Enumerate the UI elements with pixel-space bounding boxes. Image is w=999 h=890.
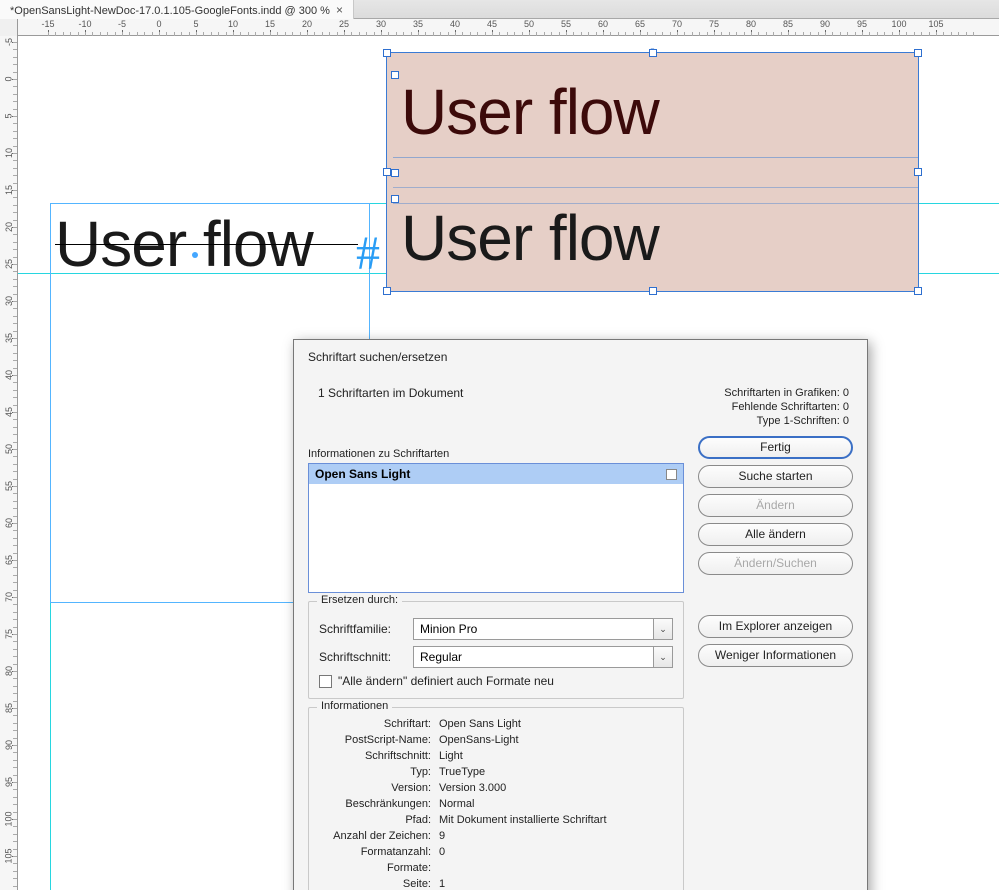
font-style-select[interactable]: ⌄ — [413, 646, 673, 668]
info-key: Formatanzahl: — [319, 846, 431, 858]
info-value: Mit Dokument installierte Schriftart — [439, 814, 673, 826]
info-value: Normal — [439, 798, 673, 810]
font-list-legend: Informationen zu Schriftarten — [308, 448, 684, 463]
info-key: Typ: — [319, 766, 431, 778]
info-value — [439, 862, 673, 874]
font-family-select[interactable]: ⌄ — [413, 618, 673, 640]
redefine-styles-label: "Alle ändern" definiert auch Formate neu — [338, 674, 554, 688]
text-content: User flow — [401, 75, 659, 149]
horizontal-ruler[interactable]: -15-10-505101520253035404550556065707580… — [0, 19, 999, 36]
font-list-item-name: Open Sans Light — [315, 467, 410, 481]
change-all-button[interactable]: Alle ändern — [698, 523, 853, 546]
chevron-down-icon[interactable]: ⌄ — [653, 618, 673, 640]
document-canvas[interactable]: User flow # ⚭ User flow User flow Schrif… — [18, 36, 999, 890]
fonts-in-graphics-stat: Schriftarten in Grafiken: 0 — [724, 386, 849, 400]
resize-handle[interactable] — [383, 287, 391, 295]
ruler-origin[interactable] — [0, 19, 18, 36]
type1-fonts-stat: Type 1-Schriften: 0 — [724, 414, 849, 428]
resize-handle[interactable] — [914, 287, 922, 295]
info-value: 1 — [439, 878, 673, 890]
info-key: Schriftart: — [319, 718, 431, 730]
info-key: Formate: — [319, 862, 431, 874]
info-value: 9 — [439, 830, 673, 842]
sync-checkbox[interactable] — [666, 469, 677, 480]
fonts-in-document-count: 1 Schriftarten im Dokument — [318, 386, 463, 400]
info-value: OpenSans-Light — [439, 734, 673, 746]
info-key: Beschränkungen: — [319, 798, 431, 810]
strikethrough-line — [55, 244, 358, 245]
info-key: Pfad: — [319, 814, 431, 826]
font-list-item[interactable]: Open Sans Light — [309, 464, 683, 484]
info-value: Version 3.000 — [439, 782, 673, 794]
font-info-group: Informationen Schriftart:Open Sans Light… — [308, 707, 684, 890]
replace-with-legend: Ersetzen durch: — [317, 594, 402, 606]
document-tab-bar: *OpenSansLight-NewDoc-17.0.1.105-GoogleF… — [0, 0, 999, 19]
change-find-button: Ändern/Suchen — [698, 552, 853, 575]
resize-handle[interactable] — [383, 49, 391, 57]
done-button[interactable]: Fertig — [698, 436, 853, 459]
resize-handle[interactable] — [383, 168, 391, 176]
vertical-ruler[interactable]: -505101520253035404550556065707580859095… — [0, 36, 18, 890]
document-tab[interactable]: *OpenSansLight-NewDoc-17.0.1.105-GoogleF… — [0, 0, 354, 19]
redefine-styles-checkbox[interactable] — [319, 675, 332, 688]
text-content: User flow — [401, 201, 659, 275]
resize-handle[interactable] — [914, 49, 922, 57]
font-info-legend: Informationen — [317, 700, 392, 712]
replace-with-group: Ersetzen durch: Schriftfamilie: ⌄ Schrif… — [308, 601, 684, 699]
info-key: PostScript-Name: — [319, 734, 431, 746]
selected-frame[interactable]: ⚭ User flow User flow — [386, 52, 919, 292]
find-first-button[interactable]: Suche starten — [698, 465, 853, 488]
content-handle[interactable] — [391, 71, 399, 79]
resize-handle[interactable] — [914, 168, 922, 176]
info-value: TrueType — [439, 766, 673, 778]
info-key: Seite: — [319, 878, 431, 890]
content-handle[interactable] — [391, 195, 399, 203]
document-tab-title: *OpenSansLight-NewDoc-17.0.1.105-GoogleF… — [10, 5, 330, 17]
info-value: Open Sans Light — [439, 718, 673, 730]
font-list[interactable]: Open Sans Light — [308, 463, 684, 593]
chevron-down-icon[interactable]: ⌄ — [653, 646, 673, 668]
font-style-label: Schriftschnitt: — [319, 650, 405, 664]
space-marker-icon — [192, 252, 198, 258]
close-icon[interactable]: × — [336, 6, 345, 15]
font-family-label: Schriftfamilie: — [319, 622, 405, 636]
content-handle[interactable] — [391, 169, 399, 177]
dialog-title: Schriftart suchen/ersetzen — [294, 340, 867, 366]
find-replace-font-dialog: Schriftart suchen/ersetzen 1 Schriftarte… — [293, 339, 868, 890]
info-value: 0 — [439, 846, 673, 858]
reveal-in-explorer-button[interactable]: Im Explorer anzeigen — [698, 615, 853, 638]
baseline-indicator — [393, 157, 918, 158]
info-key: Schriftschnitt: — [319, 750, 431, 762]
font-style-input[interactable] — [413, 646, 653, 668]
baseline-indicator — [393, 187, 918, 188]
end-of-story-icon: # — [356, 226, 380, 281]
less-info-button[interactable]: Weniger Informationen — [698, 644, 853, 667]
info-key: Anzahl der Zeichen: — [319, 830, 431, 842]
font-family-input[interactable] — [413, 618, 653, 640]
missing-fonts-stat: Fehlende Schriftarten: 0 — [724, 400, 849, 414]
dialog-header-stats: 1 Schriftarten im Dokument Schriftarten … — [308, 372, 853, 436]
change-button: Ändern — [698, 494, 853, 517]
info-value: Light — [439, 750, 673, 762]
resize-handle[interactable] — [649, 287, 657, 295]
info-key: Version: — [319, 782, 431, 794]
resize-handle[interactable] — [649, 49, 657, 57]
